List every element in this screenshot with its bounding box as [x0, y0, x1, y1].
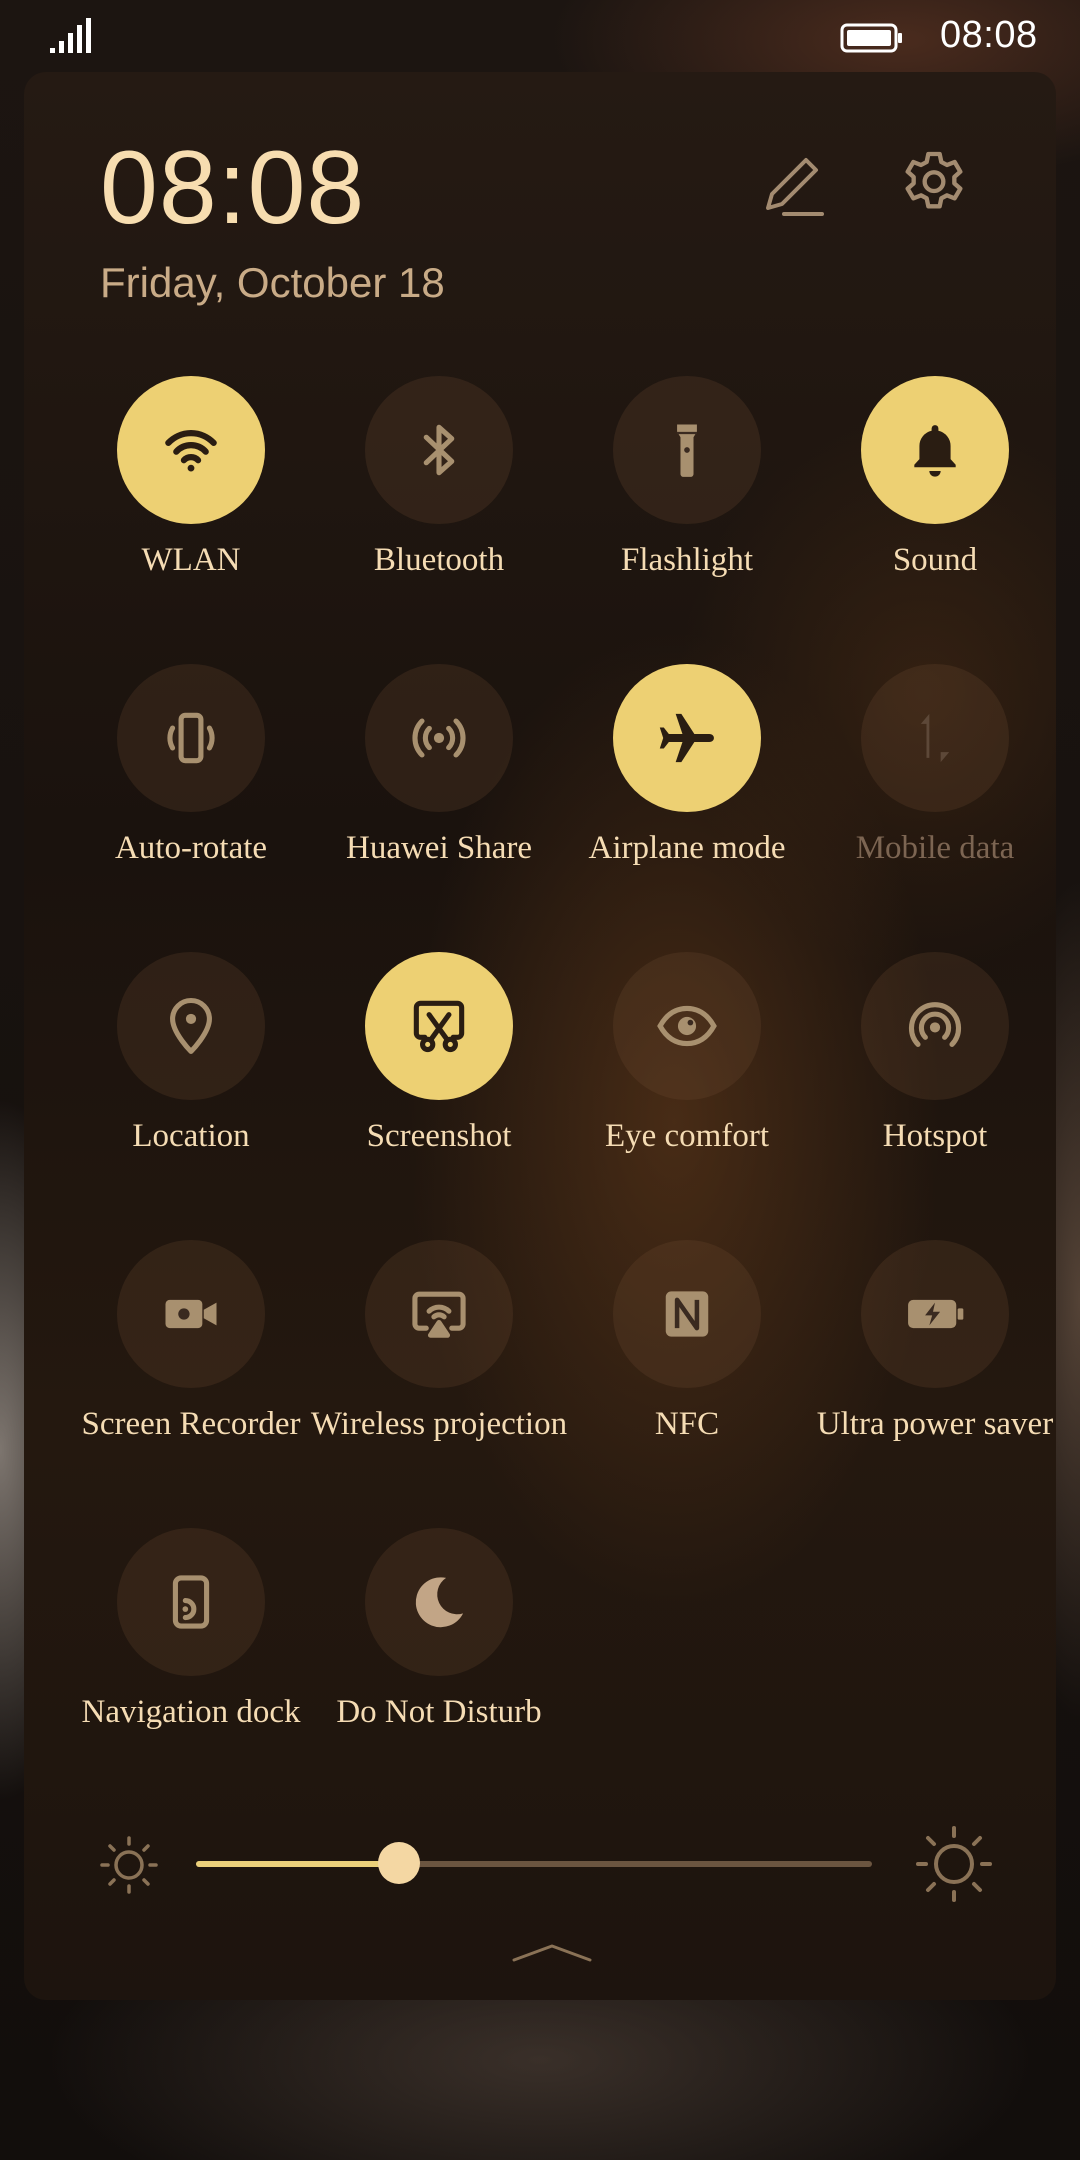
tile-location[interactable]: Location [67, 952, 315, 1232]
tile-auto-rotate-circle [117, 664, 265, 812]
tile-label: Ultra power saver [816, 1406, 1054, 1442]
tile-label: Wireless projection [310, 1406, 568, 1442]
brightness-high-icon [916, 1826, 992, 1902]
wifi-icon [165, 430, 217, 472]
tile-screenshot-circle [365, 952, 513, 1100]
tile-nfc-circle [613, 1240, 761, 1388]
bluetooth-icon [423, 424, 455, 476]
huawei-share-icon [412, 718, 466, 758]
brightness-slider[interactable] [196, 1842, 872, 1884]
tile-label: Eye comfort [604, 1118, 770, 1154]
tile-label: Do Not Disturb [336, 1694, 542, 1730]
flashlight-icon [677, 424, 697, 477]
tile-hotspot[interactable]: Hotspot [811, 952, 1059, 1232]
screenshot-icon [413, 1000, 465, 1053]
tile-do-not-disturb-circle [365, 1528, 513, 1676]
tile-mobile-data-circle [861, 664, 1009, 812]
tile-hotspot-circle [861, 952, 1009, 1100]
battery-bolt-icon [908, 1299, 964, 1329]
tile-location-circle [117, 952, 265, 1100]
pencil-icon [766, 158, 824, 216]
quick-settings-panel: 08:08 Friday, October 18 WLAN Bluetooth … [24, 72, 1056, 2000]
bell-icon [914, 425, 956, 477]
mobile-data-icon [920, 713, 950, 763]
tile-ultra-power-saver[interactable]: Ultra power saver [811, 1240, 1059, 1520]
tile-label: NFC [654, 1406, 720, 1442]
tile-label: Location [132, 1118, 250, 1154]
panel-date: Friday, October 18 [100, 259, 445, 306]
tile-flashlight-circle [613, 376, 761, 524]
video-camera-icon [165, 1299, 217, 1329]
tile-screen-recorder[interactable]: Screen Recorder [67, 1240, 315, 1520]
moon-icon [415, 1577, 464, 1628]
hotspot-icon [908, 1002, 962, 1047]
tile-flashlight[interactable]: Flashlight [563, 376, 811, 656]
tile-bluetooth[interactable]: Bluetooth [315, 376, 563, 656]
tile-wireless-projection-circle [365, 1240, 513, 1388]
tile-screenshot[interactable]: Screenshot [315, 952, 563, 1232]
tile-eye-comfort[interactable]: Eye comfort [563, 952, 811, 1232]
tile-label: Flashlight [620, 542, 754, 578]
chevron-up-icon[interactable] [510, 1940, 594, 1964]
airplane-icon [659, 713, 714, 763]
tile-navigation-dock[interactable]: Navigation dock [67, 1528, 315, 1808]
nfc-icon [665, 1291, 709, 1337]
tile-ultra-power-saver-circle [861, 1240, 1009, 1388]
tile-auto-rotate[interactable]: Auto-rotate [67, 664, 315, 944]
auto-rotate-icon [167, 712, 215, 764]
tile-screen-recorder-circle [117, 1240, 265, 1388]
location-pin-icon [170, 998, 212, 1055]
tile-airplane-mode[interactable]: Airplane mode [563, 664, 811, 944]
brightness-low-icon [100, 1836, 158, 1894]
navigation-dock-icon [172, 1575, 210, 1629]
tile-sound-circle [861, 376, 1009, 524]
tile-label: Huawei Share [345, 830, 532, 866]
tile-mobile-data[interactable]: Mobile data [811, 664, 1059, 944]
panel-clock: 08:08 [100, 130, 366, 246]
battery-icon [840, 23, 902, 53]
tile-airplane-mode-circle [613, 664, 761, 812]
tile-do-not-disturb[interactable]: Do Not Disturb [315, 1528, 563, 1808]
tile-huawei-share-circle [365, 664, 513, 812]
tile-wlan-circle [117, 376, 265, 524]
tile-label: Screenshot [366, 1118, 512, 1154]
tile-label: Bluetooth [373, 542, 505, 578]
status-bar: 08:08 [0, 0, 1080, 72]
tile-wlan[interactable]: WLAN [67, 376, 315, 656]
tile-label: Auto-rotate [114, 830, 268, 866]
signal-icon [50, 18, 91, 53]
tile-label: Mobile data [855, 830, 1015, 866]
settings-button[interactable] [894, 144, 974, 224]
brightness-slider-thumb[interactable] [377, 1842, 420, 1884]
tile-nfc[interactable]: NFC [563, 1240, 811, 1520]
gear-icon [905, 151, 963, 209]
tile-sound[interactable]: Sound [811, 376, 1059, 656]
tile-wireless-projection[interactable]: Wireless projection [311, 1240, 567, 1520]
tile-label: Sound [892, 542, 978, 578]
wireless-projection-icon [412, 1291, 466, 1338]
tile-label: Airplane mode [588, 830, 786, 866]
brightness-slider-fill [196, 1861, 399, 1867]
status-bar-time: 08:08 [940, 14, 1038, 56]
tile-label: Navigation dock [81, 1694, 301, 1730]
tile-huawei-share[interactable]: Huawei Share [315, 664, 563, 944]
tile-eye-comfort-circle [613, 952, 761, 1100]
tile-bluetooth-circle [365, 376, 513, 524]
tile-navigation-dock-circle [117, 1528, 265, 1676]
tile-label: Screen Recorder [81, 1406, 301, 1442]
tile-label: WLAN [141, 542, 241, 578]
tile-label: Hotspot [882, 1118, 988, 1154]
eye-icon [657, 1005, 717, 1047]
edit-tiles-button[interactable] [754, 146, 834, 226]
